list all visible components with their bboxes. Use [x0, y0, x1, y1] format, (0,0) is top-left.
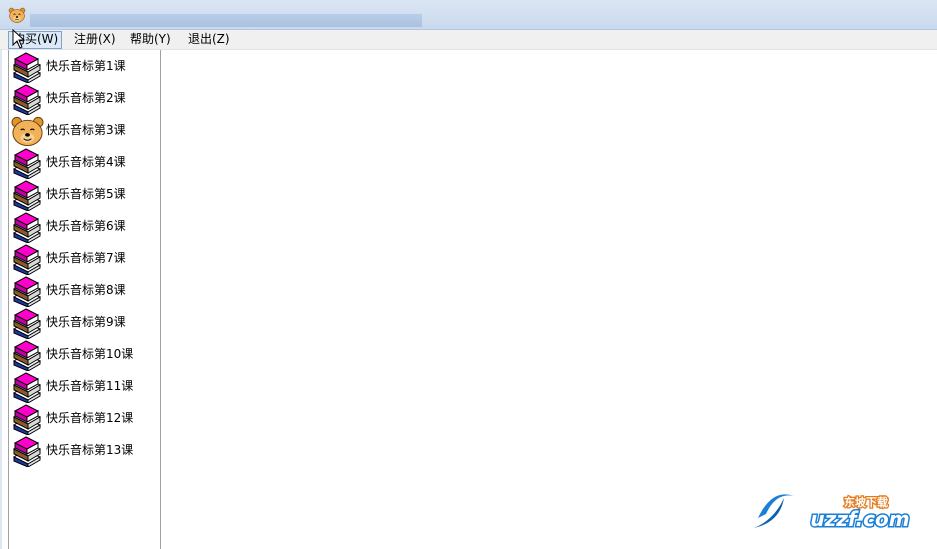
lesson-label: 快乐音标第3课 — [46, 123, 126, 137]
lesson-item-9[interactable]: 快乐音标第9课 — [10, 306, 158, 338]
watermark-text: uzzf.com — [810, 507, 909, 531]
lesson-item-3[interactable]: 快乐音标第3课 — [10, 114, 158, 146]
lesson-label: 快乐音标第2课 — [46, 91, 126, 105]
lesson-label: 快乐音标第10课 — [46, 347, 134, 361]
book-icon — [11, 275, 43, 307]
lesson-list: 快乐音标第1课 快乐音标第2课 快乐音标第3课 快乐音标第4课 快乐音标第5课 … — [8, 50, 161, 549]
lesson-item-11[interactable]: 快乐音标第11课 — [10, 370, 158, 402]
lesson-label: 快乐音标第5课 — [46, 187, 126, 201]
lesson-label: 快乐音标第11课 — [46, 379, 134, 393]
book-icon — [11, 147, 43, 179]
lesson-item-5[interactable]: 快乐音标第5课 — [10, 178, 158, 210]
lesson-label: 快乐音标第6课 — [46, 219, 126, 233]
menu-register[interactable]: 注册(X) — [70, 31, 120, 49]
lesson-label: 快乐音标第1课 — [46, 59, 126, 73]
menu-exit[interactable]: 退出(Z) — [184, 31, 234, 49]
lesson-item-7[interactable]: 快乐音标第7课 — [10, 242, 158, 274]
menu-bar: 购买(W) 注册(X) 帮助(Y) 退出(Z) — [0, 30, 937, 50]
menu-help[interactable]: 帮助(Y) — [126, 31, 175, 49]
title-bar-highlight — [30, 14, 422, 27]
mouse-cursor-icon — [12, 29, 26, 49]
window-left-border — [0, 50, 2, 549]
book-icon — [11, 211, 43, 243]
book-icon — [11, 83, 43, 115]
book-icon — [11, 179, 43, 211]
lesson-item-8[interactable]: 快乐音标第8课 — [10, 274, 158, 306]
bear-icon — [8, 7, 26, 23]
book-icon — [11, 339, 43, 371]
bear-icon — [11, 115, 44, 147]
content-area — [162, 50, 937, 549]
lesson-item-1[interactable]: 快乐音标第1课 — [10, 50, 158, 82]
lesson-label: 快乐音标第9课 — [46, 315, 126, 329]
title-bar — [0, 0, 937, 30]
lesson-item-10[interactable]: 快乐音标第10课 — [10, 338, 158, 370]
lesson-item-12[interactable]: 快乐音标第12课 — [10, 402, 158, 434]
swoosh-icon — [754, 494, 794, 528]
book-icon — [11, 435, 43, 467]
lesson-label: 快乐音标第7课 — [46, 251, 126, 265]
book-icon — [11, 403, 43, 435]
lesson-label: 快乐音标第12课 — [46, 411, 134, 425]
lesson-item-2[interactable]: 快乐音标第2课 — [10, 82, 158, 114]
lesson-item-6[interactable]: 快乐音标第6课 — [10, 210, 158, 242]
watermark-logo: 东坡下载 uzzf.com — [754, 494, 911, 533]
book-icon — [11, 243, 43, 275]
book-icon — [11, 307, 43, 339]
lesson-item-4[interactable]: 快乐音标第4课 — [10, 146, 158, 178]
lesson-label: 快乐音标第13课 — [46, 443, 134, 457]
book-icon — [11, 371, 43, 403]
lesson-label: 快乐音标第4课 — [46, 155, 126, 169]
book-icon — [11, 51, 43, 83]
lesson-item-13[interactable]: 快乐音标第13课 — [10, 434, 158, 466]
lesson-label: 快乐音标第8课 — [46, 283, 126, 297]
